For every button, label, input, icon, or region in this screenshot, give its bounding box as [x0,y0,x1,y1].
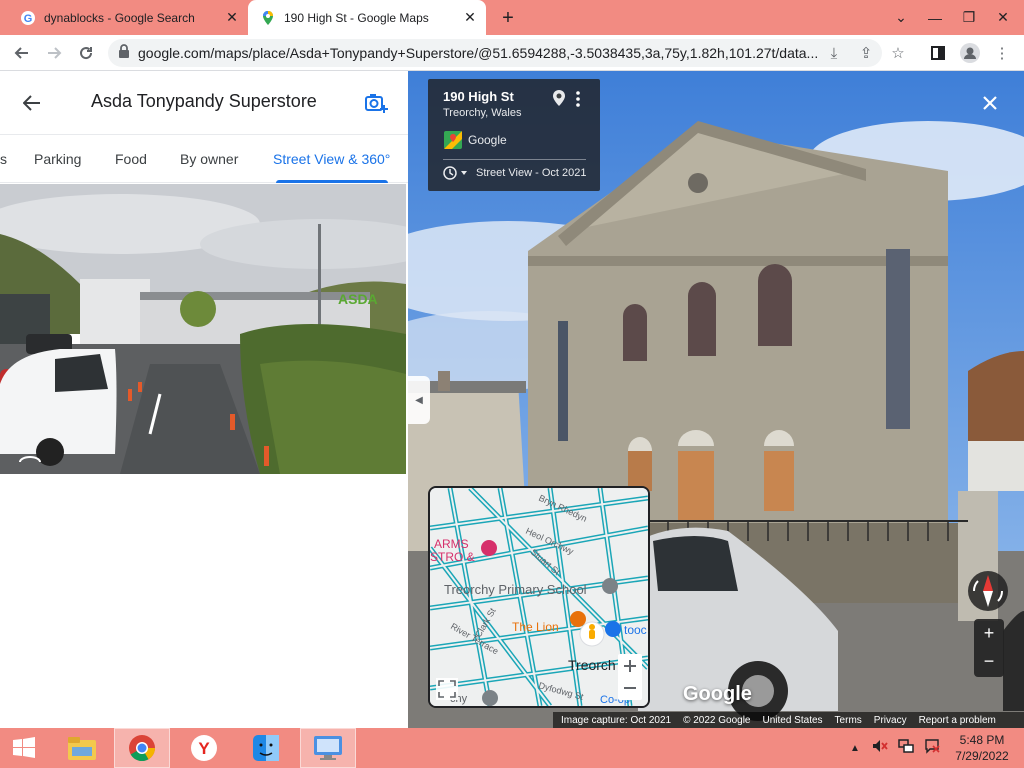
taskbar: Y ▲ 5:48 PM 7/29/2022 [0,728,1024,768]
svg-text:ASDA: ASDA [338,291,378,307]
address-bar[interactable]: google.com/maps/place/Asda+Tonypandy+Sup… [108,39,882,67]
system-tray: ▲ [850,728,940,768]
street-view-city: Treorchy, Wales [443,107,522,119]
side-panel-icon[interactable] [926,41,950,65]
street-view-address: 190 High St [443,89,514,104]
tab-google-search[interactable]: G dynablocks - Google Search ✕ [8,0,248,35]
yandex-browser-icon[interactable]: Y [176,728,232,768]
close-window-icon[interactable]: ✕ [986,0,1020,35]
show-hidden-icons-icon[interactable]: ▲ [850,743,860,754]
panel-header: Asda Tonypandy Superstore [0,71,408,135]
share-icon[interactable]: ⇪ [854,41,878,65]
svg-text:Y: Y [198,739,210,758]
tab-title: 190 High St - Google Maps [284,10,429,25]
restore-icon[interactable]: ❐ [952,0,986,35]
new-tab-button[interactable]: + [496,6,520,30]
photo-category-tabs: s Parking Food By owner Street View & 36… [0,135,408,183]
tab-google-maps[interactable]: 190 High St - Google Maps ✕ [248,0,486,35]
bookmark-star-icon[interactable]: ☆ [886,41,910,65]
place-panel: Asda Tonypandy Superstore s Parking Food… [0,71,408,728]
divider [443,159,586,160]
street-view-info-card: 190 High St Treorchy, Wales Google Stree… [428,79,600,191]
collapse-panel-icon[interactable]: ◀ [408,376,430,424]
zoom-in-button[interactable]: + [974,619,1004,647]
capture-date-selector[interactable]: Street View - Oct 2021 [476,167,586,179]
map-label: ARMS [434,537,469,551]
map-label: Treorch [568,657,616,673]
volume-muted-icon[interactable] [872,738,888,759]
map-label: The Lion [512,620,559,634]
action-center-icon[interactable] [924,738,940,759]
report-problem-link[interactable]: Report a problem [919,715,996,726]
back-arrow-icon[interactable] [18,89,46,117]
more-options-icon[interactable] [576,91,580,107]
mini-map[interactable]: ARMS STRO & Treorchy Primary School The … [428,486,650,708]
url-text: google.com/maps/place/Asda+Tonypandy+Sup… [138,45,819,61]
tab-by-owner[interactable]: By owner [180,151,238,167]
lock-icon[interactable] [118,43,130,63]
tab-partial[interactable]: s [0,151,7,167]
history-clock-icon[interactable] [442,165,468,186]
tab-search-icon[interactable]: ⌄ [884,0,918,35]
reload-icon[interactable] [74,41,98,65]
tab-food[interactable]: Food [115,151,147,167]
street-view-thumbnail[interactable]: ASDA [0,184,406,474]
terms-link[interactable]: Terms [835,715,862,726]
map-label: tooc [624,623,647,637]
map-label: STRO & [430,550,475,564]
imagery-provider: Google [468,133,507,147]
google-maps-icon [444,131,462,154]
forward-icon[interactable] [42,41,66,65]
add-photo-icon[interactable] [362,89,390,117]
active-tab-indicator [276,180,388,183]
image-capture-date: Image capture: Oct 2021 [561,714,672,726]
minimize-icon[interactable]: — [918,0,952,35]
tab-title: dynablocks - Google Search [44,10,195,25]
tab-street-view[interactable]: Street View & 360° [273,151,390,167]
google-g-icon: G [20,10,36,26]
maps-pin-icon [260,10,276,26]
svg-text:G: G [24,13,33,25]
close-tab-icon[interactable]: ✕ [222,8,242,28]
clock-date: 7/29/2022 [955,749,1009,763]
map-label: Treorchy Primary School [444,582,587,597]
profile-avatar-icon[interactable] [958,41,982,65]
title-bar: G dynablocks - Google Search ✕ 190 High … [0,0,1024,35]
tab-parking[interactable]: Parking [34,151,81,167]
address-toolbar: google.com/maps/place/Asda+Tonypandy+Sup… [0,35,1024,71]
location-pin-icon[interactable] [552,89,566,112]
google-logo: Google [683,683,752,705]
system-clock[interactable]: 5:48 PM 7/29/2022 [950,732,1014,764]
back-icon[interactable] [10,41,34,65]
finder-icon[interactable] [238,728,294,768]
windows-start-icon[interactable] [0,728,48,768]
menu-kebab-icon[interactable]: ⋮ [990,41,1014,65]
street-view-panorama[interactable]: 190 High St Treorchy, Wales Google Stree… [408,71,1024,728]
privacy-link[interactable]: Privacy [874,715,907,726]
clock-time: 5:48 PM [959,733,1005,747]
zoom-controls: + − [974,619,1004,677]
close-icon[interactable] [979,92,1001,114]
place-title: Asda Tonypandy Superstore [91,91,317,111]
chrome-icon[interactable] [114,728,170,768]
region-link[interactable]: United States [763,715,823,726]
download-icon[interactable]: ⤓ [822,41,846,65]
file-explorer-icon[interactable] [54,728,110,768]
compass-icon[interactable] [966,569,1010,613]
zoom-out-button[interactable]: − [974,647,1004,675]
close-tab-icon[interactable]: ✕ [460,8,480,28]
attribution-bar: Image capture: Oct 2021 © 2022 Google Un… [553,712,1024,728]
network-icon[interactable] [898,738,914,759]
remote-desktop-icon[interactable] [300,728,356,768]
copyright: © 2022 Google [683,714,751,726]
